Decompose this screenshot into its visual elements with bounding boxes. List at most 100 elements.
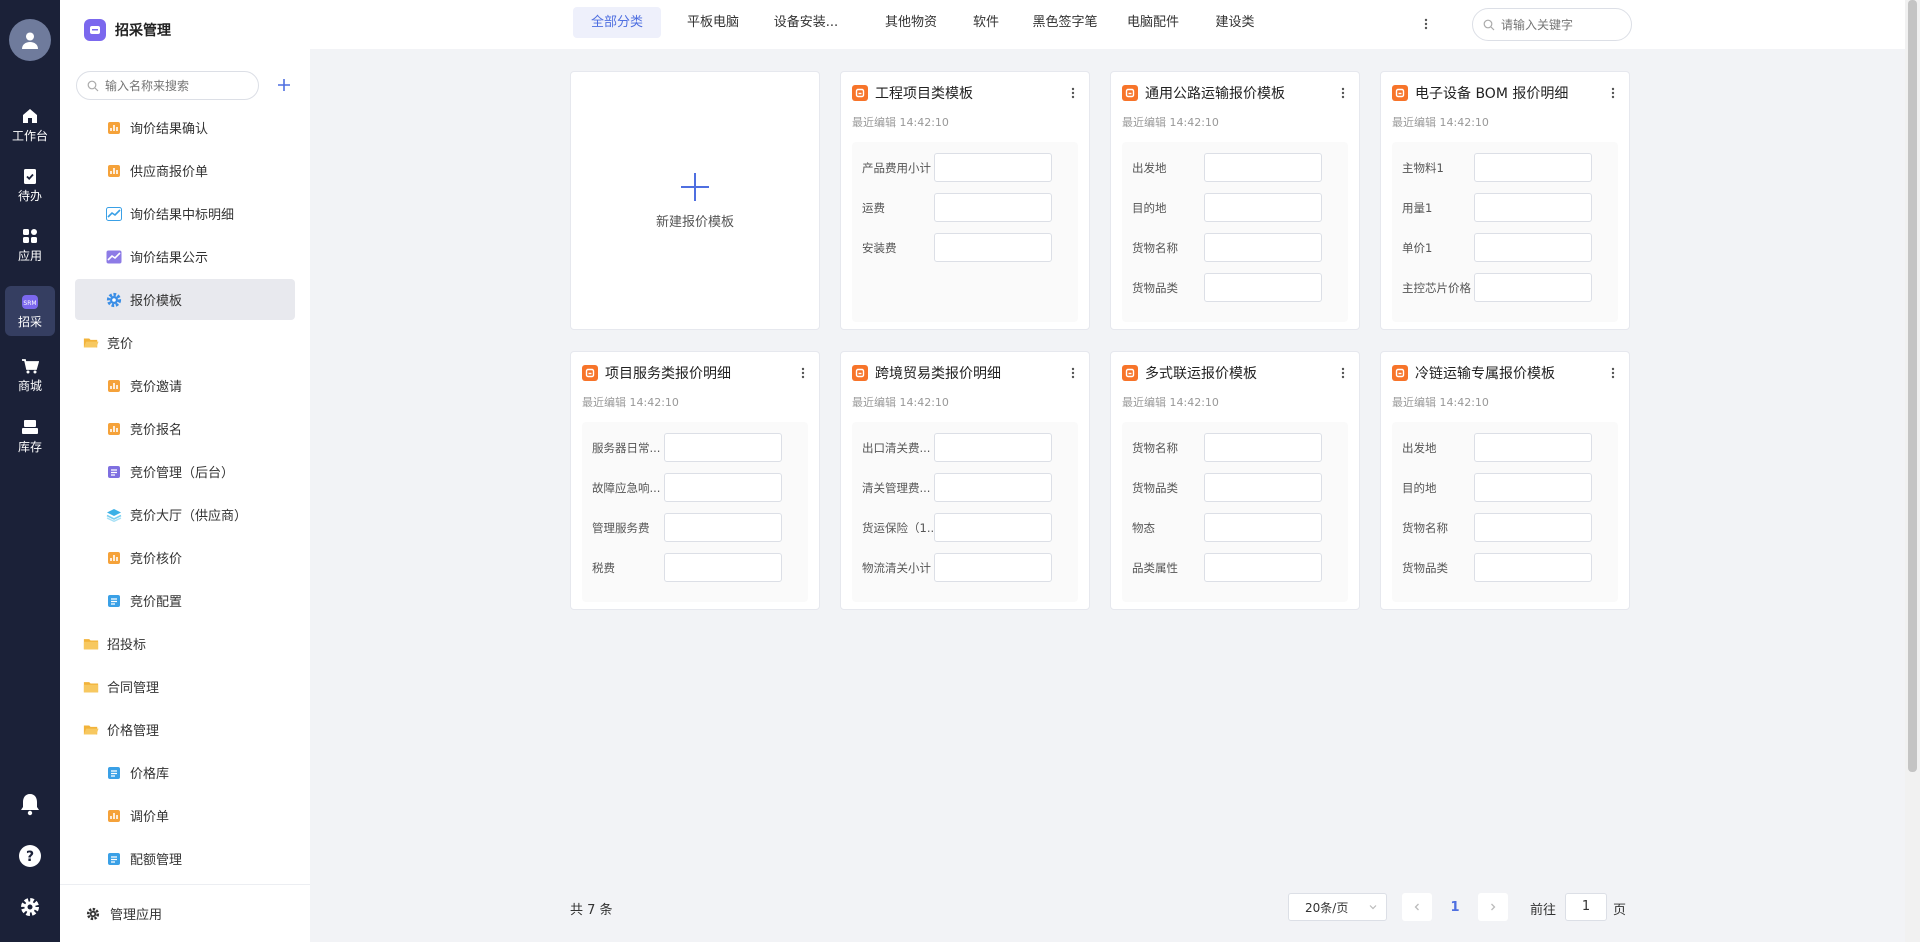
sidebar-item[interactable]: 竞价邀请 [75,365,295,406]
tab-equipment-install[interactable]: 设备安装... [760,7,852,38]
template-card[interactable]: 通用公路运输报价模板 最近编辑 14:42:10 出发地 目的地 货物名称 货物品类 [1110,71,1360,330]
field-input-preview [1204,233,1322,262]
sidebar-item[interactable]: 竞价大厅（供应商） [75,494,295,535]
goto-page-input[interactable]: 1 [1565,893,1607,921]
rail-item-workbench[interactable]: 工作台 [5,100,55,150]
more-vertical-icon [1071,87,1075,99]
field-input-preview [1204,193,1322,222]
card-menu-button[interactable] [1069,365,1077,381]
sidebar-folder[interactable]: 竞价 [75,322,295,363]
sidebar-item[interactable]: 报价模板 [75,279,295,320]
new-template-card[interactable]: 新建报价模板 [570,71,820,330]
rail-item-label: 工作台 [11,128,48,143]
orange-form-icon [106,421,122,437]
template-card[interactable]: 跨境贸易类报价明细 最近编辑 14:42:10 出口清关费... 清关管理费... 货运… [840,351,1090,610]
template-card[interactable]: 多式联运报价模板 最近编辑 14:42:10 货物名称 货物品类 物态 品类属性 [1110,351,1360,610]
field-input-preview [1474,433,1592,462]
card-menu-button[interactable] [1069,85,1077,101]
tab-black-pen[interactable]: 黑色签字笔 [1017,7,1113,38]
field-label: 运费 [862,201,885,215]
card-menu-button[interactable] [799,365,807,381]
field-label: 货物名称 [1402,521,1448,535]
sidebar-search-input[interactable] [105,78,245,93]
rail-item-label: 应用 [17,248,42,263]
page-size-value: 20条/页 [1305,900,1349,915]
page-size-select[interactable]: 20条/页 [1288,893,1387,921]
sidebar-item-label: 竞价报名 [130,423,183,438]
field-label: 货物名称 [1132,241,1178,255]
help-button[interactable]: ? [14,840,46,872]
rail-item-procurement[interactable]: SRM 招采 [5,286,55,336]
card-menu-button[interactable] [1609,85,1617,101]
field-row: 安装费 [852,233,1078,273]
orange-form-icon [106,120,122,136]
template-card[interactable]: 电子设备 BOM 报价明细 最近编辑 14:42:10 主物料1 用量1 单价1 主控芯片… [1380,71,1630,330]
sidebar-folder[interactable]: 招投标 [75,623,295,664]
field-row: 货物品类 [1122,273,1348,313]
tab-all[interactable]: 全部分类 [573,7,661,38]
field-row: 目的地 [1392,473,1618,513]
manage-apps-button[interactable]: 管理应用 [60,884,310,942]
settings-button[interactable] [14,891,46,923]
tab-software[interactable]: 软件 [954,7,1018,38]
prev-page-button[interactable] [1402,893,1432,921]
tab-construction[interactable]: 建设类 [1195,7,1275,38]
field-label: 出发地 [1132,161,1167,175]
tab-tablet[interactable]: 平板电脑 [667,7,759,38]
sidebar-search[interactable] [76,71,259,100]
bell-icon [21,794,39,816]
sidebar-item-label: 竞价大厅（供应商） [130,509,248,524]
field-row: 运费 [852,193,1078,233]
scrollbar-thumb[interactable] [1908,0,1917,772]
template-card[interactable]: 项目服务类报价明细 最近编辑 14:42:10 服务器日常... 故障应急响... 管理… [570,351,820,610]
field-label: 目的地 [1132,201,1167,215]
keyword-search-input[interactable] [1501,17,1611,32]
card-title: 通用公路运输报价模板 [1122,83,1331,103]
user-avatar[interactable] [9,19,51,61]
card-title-text: 多式联运报价模板 [1145,366,1257,382]
sidebar-item-label: 竞价邀请 [130,380,183,395]
field-input-preview [934,193,1052,222]
sidebar-item[interactable]: 竞价报名 [75,408,295,449]
tab-pc-accessories[interactable]: 电脑配件 [1109,7,1197,38]
rail-item-mall[interactable]: 商城 [5,350,55,400]
tab-other-materials[interactable]: 其他物资 [865,7,957,38]
field-label: 用量1 [1402,201,1433,215]
sidebar-item[interactable]: 竞价管理（后台） [75,451,295,492]
sidebar-item[interactable]: 价格库 [75,752,295,793]
rail-item-label: 库存 [17,439,42,454]
card-menu-button[interactable] [1339,85,1347,101]
next-page-button[interactable] [1478,893,1508,921]
sidebar-folder[interactable]: 合同管理 [75,666,295,707]
card-menu-button[interactable] [1339,365,1347,381]
card-menu-button[interactable] [1609,365,1617,381]
clipboard-check-icon [24,168,36,184]
svg-text:?: ? [26,849,34,865]
rail-item-todo[interactable]: 待办 [5,160,55,210]
template-card[interactable]: 工程项目类模板 最近编辑 14:42:10 产品费用小计 运费 安装费 [840,71,1090,330]
template-card[interactable]: 冷链运输专属报价模板 最近编辑 14:42:10 出发地 目的地 货物名称 货物品类 [1380,351,1630,610]
sidebar-item[interactable]: 调价单 [75,795,295,836]
keyword-search[interactable] [1472,8,1632,41]
rail-item-inventory[interactable]: 库存 [5,411,55,461]
blue-doc-icon [106,765,122,781]
sidebar-item[interactable]: 询价结果公示 [75,236,295,277]
vertical-scrollbar[interactable] [1905,0,1920,942]
card-title-text: 项目服务类报价明细 [605,366,731,382]
more-tabs-button[interactable] [1418,14,1434,34]
add-button[interactable] [273,74,295,96]
field-row: 出发地 [1122,153,1348,193]
sidebar-item[interactable]: 竞价配置 [75,580,295,621]
sidebar-item[interactable]: 竞价核价 [75,537,295,578]
sidebar-item[interactable]: 配额管理 [75,838,295,879]
field-label: 货物品类 [1132,481,1178,495]
field-label: 货物品类 [1132,281,1178,295]
sidebar-folder[interactable]: 价格管理 [75,709,295,750]
sidebar-item[interactable]: 询价结果确认 [75,107,295,148]
field-input-preview [664,433,782,462]
rail-item-apps[interactable]: 应用 [5,220,55,270]
sidebar-item[interactable]: 供应商报价单 [75,150,295,191]
sidebar-item[interactable]: 询价结果中标明细 [75,193,295,234]
notification-button[interactable] [14,788,46,820]
page-number-1[interactable]: 1 [1440,893,1470,921]
